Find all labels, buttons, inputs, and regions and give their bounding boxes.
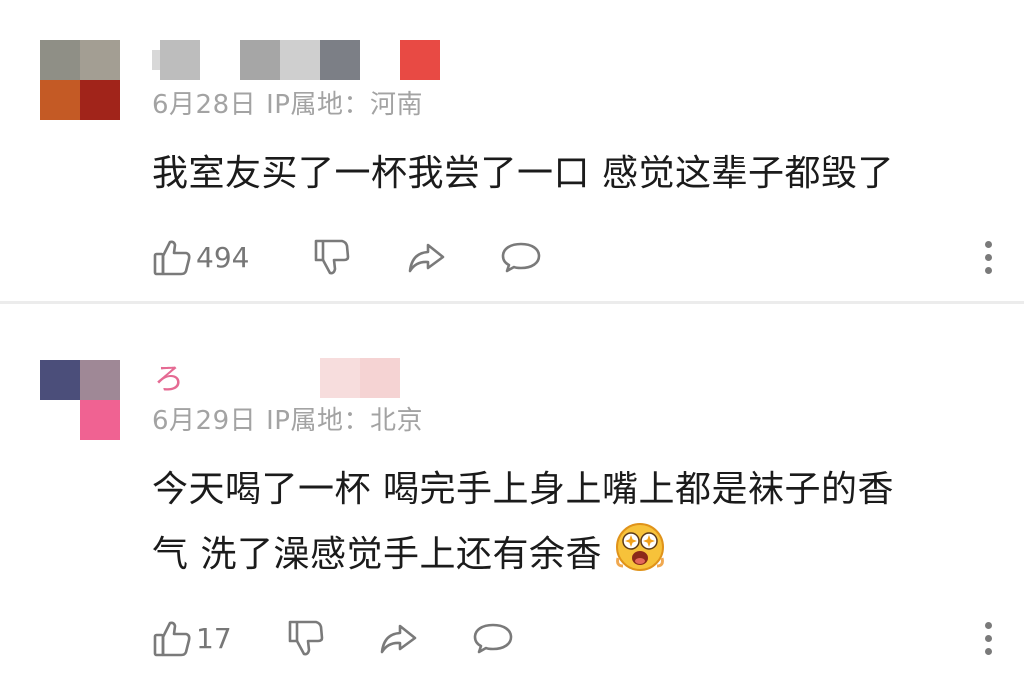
comment-text: 今天喝了一杯 喝完手上身上嘴上都是袜子的香 气 洗了澡感觉手上还有余香: [152, 460, 894, 585]
username-glyph: ろ: [154, 362, 184, 397]
comment-date: 6月28日: [152, 90, 257, 120]
comment-item: 6月28日 IP属地：河南 我室友买了一杯我尝了一口 感觉这辈子都毁了 494: [0, 0, 1024, 302]
more-button[interactable]: [984, 618, 992, 658]
comment-date: 6月29日: [152, 406, 257, 436]
share-icon: [378, 618, 418, 658]
comment-text: 我室友买了一杯我尝了一口 感觉这辈子都毁了: [152, 153, 894, 194]
username-blurred[interactable]: ろ: [152, 358, 412, 398]
share-button[interactable]: [378, 616, 418, 660]
share-icon: [406, 237, 446, 277]
like-button[interactable]: 494: [152, 235, 249, 279]
ip-location: IP属地：北京: [266, 406, 423, 436]
avatar[interactable]: [40, 360, 120, 440]
reply-icon: [472, 618, 514, 658]
more-button[interactable]: [984, 237, 992, 277]
like-count: 494: [196, 240, 250, 274]
avatar[interactable]: [40, 40, 120, 120]
thumbs-up-icon: [152, 618, 192, 658]
comment-text-line: 气 洗了澡感觉手上还有余香: [152, 534, 602, 575]
comment-actions: 17: [152, 616, 992, 660]
like-button[interactable]: 17: [152, 616, 232, 660]
comment-actions: 494: [152, 235, 992, 279]
share-button[interactable]: [406, 235, 446, 279]
thumbs-up-icon: [152, 237, 192, 277]
reply-button[interactable]: [472, 616, 514, 660]
ip-location: IP属地：河南: [266, 90, 423, 120]
star-eyes-emoji: [614, 520, 666, 572]
comment-text-line-2: 气 洗了澡感觉手上还有余香: [152, 520, 894, 585]
like-count: 17: [196, 621, 232, 655]
comment-item: ろ 6月29日 IP属地：北京 今天喝了一杯 喝完手上身上嘴上都是袜子的香 气 洗…: [0, 304, 1024, 678]
thumbs-down-icon: [312, 237, 352, 277]
thumbs-down-icon: [286, 618, 326, 658]
dislike-button[interactable]: [286, 616, 326, 660]
comment-meta: 6月29日 IP属地：北京: [152, 400, 433, 437]
comment-text-line: 今天喝了一杯 喝完手上身上嘴上都是袜子的香: [152, 469, 894, 510]
comment-meta: 6月28日 IP属地：河南: [152, 84, 433, 121]
username-blurred[interactable]: [152, 40, 452, 80]
dislike-button[interactable]: [312, 235, 352, 279]
reply-icon: [500, 237, 542, 277]
reply-button[interactable]: [500, 235, 542, 279]
